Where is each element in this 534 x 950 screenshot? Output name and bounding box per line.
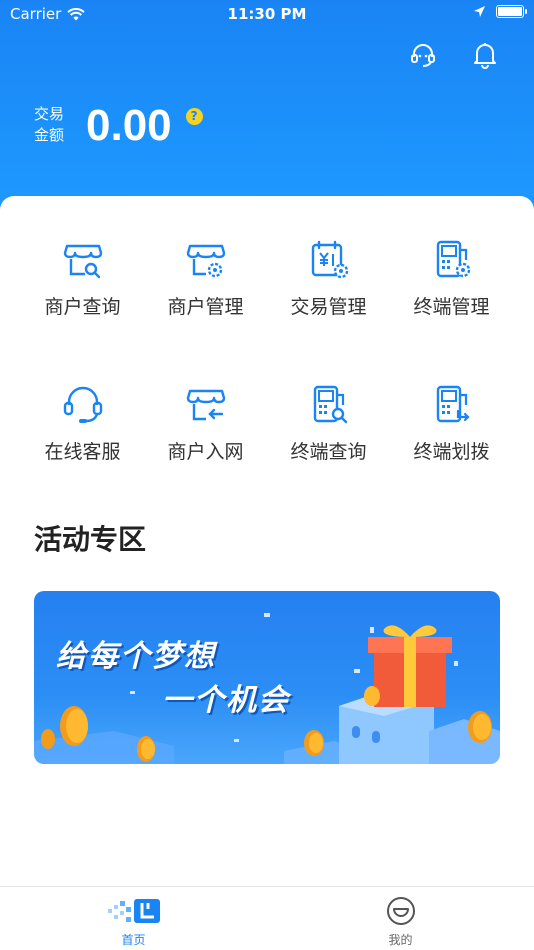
transaction-settings-icon: [311, 240, 348, 279]
menu-transaction-manage[interactable]: 交易管理: [267, 236, 390, 319]
banner-headline-line2: 一个机会: [162, 683, 290, 718]
terminal-settings-icon: [436, 240, 470, 278]
tab-bar: 首页 我的: [0, 886, 534, 950]
bell-icon[interactable]: [470, 40, 500, 70]
headset-icon[interactable]: [408, 40, 438, 70]
tab-profile-label: 我的: [388, 933, 413, 947]
battery-icon: [496, 5, 527, 18]
menu-online-service[interactable]: 在线客服: [21, 381, 144, 464]
menu-terminal-search[interactable]: 终端查询: [267, 381, 390, 464]
headset-icon: [63, 386, 102, 423]
function-grid: 商户查询 商户管理 交易管理 终端管理 在线客服 商户入网 终端查询 终端划拨: [0, 236, 534, 464]
banner-headline-line1: 给每个梦想: [56, 639, 216, 674]
menu-label: 在线客服: [44, 441, 121, 463]
help-icon[interactable]: ?: [185, 108, 203, 125]
location-arrow-icon: [474, 6, 485, 17]
menu-label: 终端划拨: [413, 441, 490, 463]
header-actions: [408, 40, 500, 70]
menu-merchant-search[interactable]: 商户查询: [21, 236, 144, 319]
profile-smile-icon: [386, 897, 415, 925]
menu-label: 交易管理: [290, 296, 367, 318]
merchant-settings-icon: [186, 244, 225, 278]
menu-label: 商户管理: [167, 296, 244, 318]
activity-section-title: 活动专区: [34, 523, 147, 556]
amount-value: 0.00: [86, 101, 172, 150]
home-icon: [107, 899, 160, 923]
tab-home[interactable]: 首页: [0, 887, 267, 950]
tab-home-label: 首页: [121, 933, 146, 947]
menu-label: 商户入网: [167, 441, 244, 463]
terminal-transfer-icon: [436, 385, 470, 423]
transaction-amount: 交易金额 0.00 ?: [34, 100, 203, 152]
merchant-join-icon: [186, 389, 225, 421]
amount-label: 交易金额: [34, 105, 65, 144]
menu-terminal-manage[interactable]: 终端管理: [390, 236, 513, 319]
activity-banner[interactable]: 给每个梦想 一个机会: [34, 591, 500, 764]
menu-terminal-transfer[interactable]: 终端划拨: [390, 381, 513, 464]
status-bar: Carrier 11:30 PM: [0, 0, 534, 28]
menu-label: 商户查询: [44, 296, 121, 318]
status-right: [473, 5, 527, 18]
header: Carrier 11:30 PM 交易金额 0.00 ?: [0, 0, 534, 225]
status-time: 11:30 PM: [227, 5, 307, 23]
tab-profile[interactable]: 我的: [267, 887, 534, 950]
merchant-search-icon: [63, 244, 102, 279]
menu-label: 终端查询: [290, 441, 367, 463]
terminal-search-icon: [313, 385, 347, 424]
menu-merchant-join[interactable]: 商户入网: [144, 381, 267, 464]
menu-label: 终端管理: [413, 296, 490, 318]
main-card: 商户查询 商户管理 交易管理 终端管理 在线客服 商户入网 终端查询 终端划拨 …: [0, 196, 534, 886]
menu-merchant-manage[interactable]: 商户管理: [144, 236, 267, 319]
